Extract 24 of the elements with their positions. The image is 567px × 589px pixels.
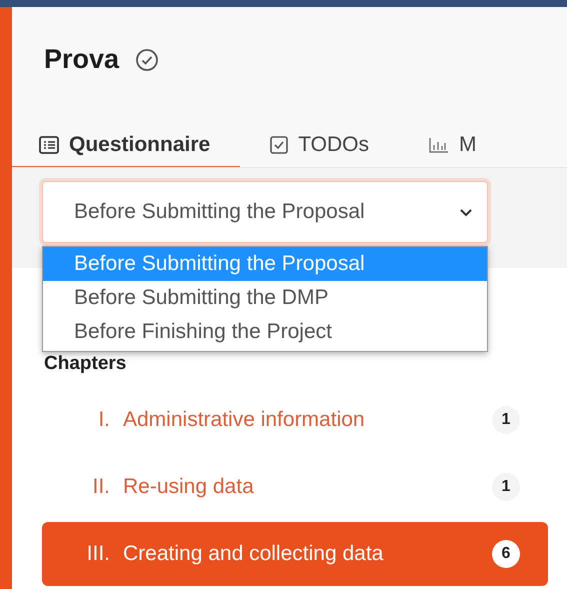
chapter-number: II. [91,475,110,499]
list-icon [39,136,59,154]
count-badge: 1 [492,406,520,434]
count-badge: 1 [492,473,520,501]
dropdown-option[interactable]: Before Submitting the DMP [43,281,487,315]
tab[interactable]: M [399,124,506,167]
chapter-title: Administrative information [123,408,366,432]
chapter-item[interactable]: III. Creating and collecting data 6 [42,522,548,586]
project-title: Prova [44,44,120,76]
chapter-item[interactable]: I. Administrative information 1 [42,388,548,452]
tab[interactable]: TODOs [240,124,399,167]
dropdown-option[interactable]: Before Finishing the Project [43,315,487,349]
chevron-down-icon [459,208,473,216]
chapter-number: I. [97,408,110,432]
count-badge: 6 [492,540,520,568]
checkbox-icon [270,136,288,154]
bar-chart-icon [429,137,449,154]
chapter-title: Re-using data [123,475,255,499]
chapter-item[interactable]: II. Re-using data 1 [42,455,548,519]
check-circle-icon [135,48,160,72]
phase-select[interactable]: Before Submitting the Proposal [42,181,488,243]
chapter-title: Creating and collecting data [123,542,384,566]
chapter-number: III. [86,542,110,566]
section-heading: Chapters [44,353,128,375]
